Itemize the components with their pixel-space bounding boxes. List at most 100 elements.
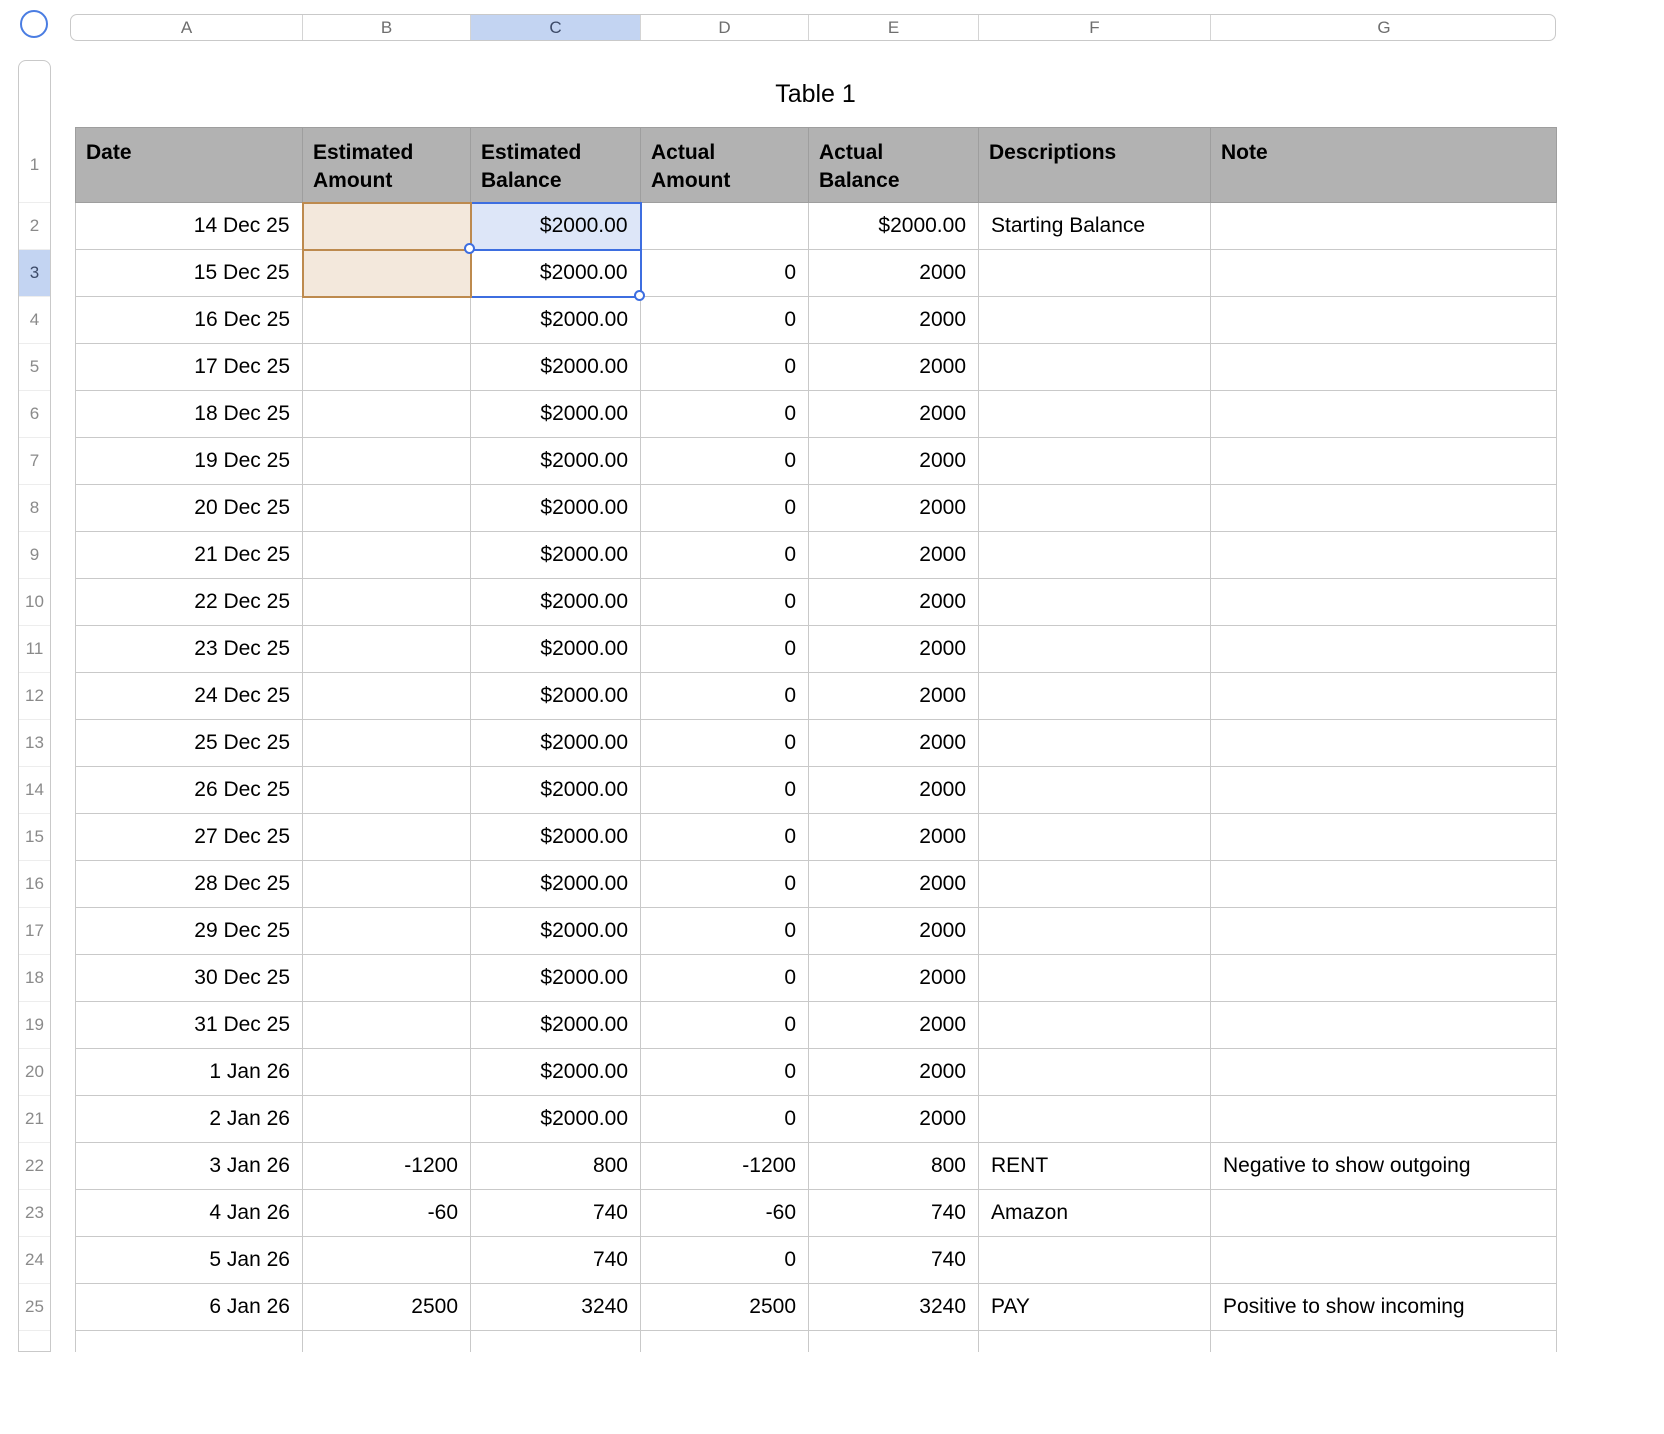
cell-D21[interactable]: 0 <box>640 1095 809 1143</box>
cell-C22[interactable]: 800 <box>470 1142 641 1190</box>
header-cell-G1[interactable]: Note <box>1210 127 1557 203</box>
cell-E14[interactable]: 2000 <box>808 766 979 814</box>
column-tab-E[interactable]: E <box>809 15 979 40</box>
cell-D5[interactable]: 0 <box>640 343 809 391</box>
cell-C18[interactable]: $2000.00 <box>470 954 641 1002</box>
cell-E5[interactable]: 2000 <box>808 343 979 391</box>
cell-G11[interactable] <box>1210 625 1557 673</box>
column-tab-G[interactable]: G <box>1211 15 1555 40</box>
cell-B8[interactable] <box>302 484 471 532</box>
cell-A23[interactable]: 4 Jan 26 <box>75 1189 303 1237</box>
cell-A3[interactable]: 15 Dec 25 <box>75 249 303 297</box>
cell-G24[interactable] <box>1210 1236 1557 1284</box>
cell-G13[interactable] <box>1210 719 1557 767</box>
column-header-strip[interactable]: ABCDEFG <box>70 14 1556 41</box>
cell-A8[interactable]: 20 Dec 25 <box>75 484 303 532</box>
row-tab-8[interactable]: 8 <box>19 485 50 532</box>
cell-B20[interactable] <box>302 1048 471 1096</box>
cell-D15[interactable]: 0 <box>640 813 809 861</box>
cell-G4[interactable] <box>1210 296 1557 344</box>
cell-F4[interactable] <box>978 296 1211 344</box>
cell-C21[interactable]: $2000.00 <box>470 1095 641 1143</box>
column-tab-F[interactable]: F <box>979 15 1211 40</box>
cell-A7[interactable]: 19 Dec 25 <box>75 437 303 485</box>
row-tab-19[interactable]: 19 <box>19 1002 50 1049</box>
cell-E12[interactable]: 2000 <box>808 672 979 720</box>
cell-G3[interactable] <box>1210 249 1557 297</box>
cell-G9[interactable] <box>1210 531 1557 579</box>
cell-A26[interactable] <box>75 1330 303 1352</box>
cell-D7[interactable]: 0 <box>640 437 809 485</box>
cell-C25[interactable]: 3240 <box>470 1283 641 1331</box>
cell-B19[interactable] <box>302 1001 471 1049</box>
cell-F17[interactable] <box>978 907 1211 955</box>
cell-F23[interactable]: Amazon <box>978 1189 1211 1237</box>
cell-B12[interactable] <box>302 672 471 720</box>
cell-B18[interactable] <box>302 954 471 1002</box>
cell-C10[interactable]: $2000.00 <box>470 578 641 626</box>
cell-D14[interactable]: 0 <box>640 766 809 814</box>
cell-A18[interactable]: 30 Dec 25 <box>75 954 303 1002</box>
header-cell-B1[interactable]: Estimated Amount <box>302 127 471 203</box>
cell-C20[interactable]: $2000.00 <box>470 1048 641 1096</box>
cell-B16[interactable] <box>302 860 471 908</box>
cell-E2[interactable]: $2000.00 <box>808 202 979 250</box>
cell-F24[interactable] <box>978 1236 1211 1284</box>
cell-F18[interactable] <box>978 954 1211 1002</box>
row-tab-4[interactable]: 4 <box>19 297 50 344</box>
cell-B26[interactable] <box>302 1330 471 1352</box>
cell-C6[interactable]: $2000.00 <box>470 390 641 438</box>
cell-C11[interactable]: $2000.00 <box>470 625 641 673</box>
cell-C14[interactable]: $2000.00 <box>470 766 641 814</box>
column-tab-C[interactable]: C <box>471 15 641 40</box>
cell-F6[interactable] <box>978 390 1211 438</box>
row-tab-25[interactable]: 25 <box>19 1284 50 1331</box>
cell-B3[interactable] <box>301 248 472 298</box>
cell-G18[interactable] <box>1210 954 1557 1002</box>
cell-D20[interactable]: 0 <box>640 1048 809 1096</box>
cell-D2[interactable] <box>640 202 809 250</box>
selection-handle-bottom[interactable] <box>634 290 645 301</box>
cell-F26[interactable] <box>978 1330 1211 1352</box>
cell-B22[interactable]: -1200 <box>302 1142 471 1190</box>
cell-B21[interactable] <box>302 1095 471 1143</box>
cell-G25[interactable]: Positive to show incoming <box>1210 1283 1557 1331</box>
cell-C5[interactable]: $2000.00 <box>470 343 641 391</box>
cell-E18[interactable]: 2000 <box>808 954 979 1002</box>
cell-C19[interactable]: $2000.00 <box>470 1001 641 1049</box>
cell-G21[interactable] <box>1210 1095 1557 1143</box>
cell-C13[interactable]: $2000.00 <box>470 719 641 767</box>
cell-D19[interactable]: 0 <box>640 1001 809 1049</box>
cell-B15[interactable] <box>302 813 471 861</box>
cell-D16[interactable]: 0 <box>640 860 809 908</box>
cell-D9[interactable]: 0 <box>640 531 809 579</box>
cell-C16[interactable]: $2000.00 <box>470 860 641 908</box>
cell-D3[interactable]: 0 <box>640 249 809 297</box>
cell-F12[interactable] <box>978 672 1211 720</box>
cell-A12[interactable]: 24 Dec 25 <box>75 672 303 720</box>
cell-F15[interactable] <box>978 813 1211 861</box>
cell-D10[interactable]: 0 <box>640 578 809 626</box>
row-tab-5[interactable]: 5 <box>19 344 50 391</box>
cell-C8[interactable]: $2000.00 <box>470 484 641 532</box>
cell-C12[interactable]: $2000.00 <box>470 672 641 720</box>
cell-B13[interactable] <box>302 719 471 767</box>
row-tab-11[interactable]: 11 <box>19 626 50 673</box>
column-tab-A[interactable]: A <box>71 15 303 40</box>
table-title[interactable]: Table 1 <box>75 80 1556 109</box>
cell-E8[interactable]: 2000 <box>808 484 979 532</box>
cell-A22[interactable]: 3 Jan 26 <box>75 1142 303 1190</box>
column-tab-B[interactable]: B <box>303 15 471 40</box>
cell-F2[interactable]: Starting Balance <box>978 202 1211 250</box>
cell-E19[interactable]: 2000 <box>808 1001 979 1049</box>
cell-B17[interactable] <box>302 907 471 955</box>
cell-E23[interactable]: 740 <box>808 1189 979 1237</box>
row-tab-13[interactable]: 13 <box>19 720 50 767</box>
column-tab-D[interactable]: D <box>641 15 809 40</box>
cell-A15[interactable]: 27 Dec 25 <box>75 813 303 861</box>
cell-D17[interactable]: 0 <box>640 907 809 955</box>
cell-D6[interactable]: 0 <box>640 390 809 438</box>
cell-E20[interactable]: 2000 <box>808 1048 979 1096</box>
cell-C9[interactable]: $2000.00 <box>470 531 641 579</box>
cell-F20[interactable] <box>978 1048 1211 1096</box>
